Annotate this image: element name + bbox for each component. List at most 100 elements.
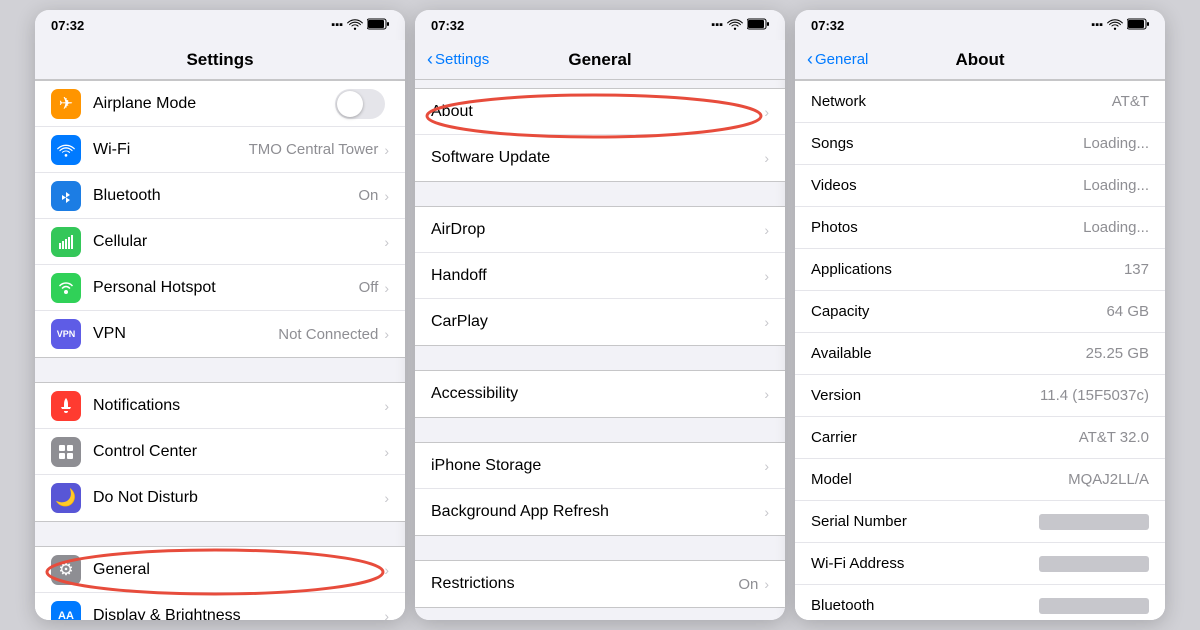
wifi-icon xyxy=(51,135,81,165)
about-label-wifi-addr: Wi-Fi Address xyxy=(811,555,1039,572)
about-row-photos: Photos Loading... xyxy=(795,207,1165,249)
cellular-icon xyxy=(51,227,81,257)
spacer-g3 xyxy=(415,418,785,442)
signal-icon-2: ▪▪▪ xyxy=(711,19,723,31)
about-label-videos: Videos xyxy=(811,177,1083,194)
time-2: 07:32 xyxy=(431,18,464,33)
row-label-general: General xyxy=(93,561,384,579)
about-label-available: Available xyxy=(811,345,1086,362)
row-label-control: Control Center xyxy=(93,443,384,461)
wifi-icon-2 xyxy=(727,18,743,33)
about-label-version: Version xyxy=(811,387,1040,404)
row-cellular[interactable]: Cellular › xyxy=(35,219,405,265)
back-label-3: General xyxy=(815,51,868,68)
chevron-handoff: › xyxy=(764,268,769,284)
status-icons-2: ▪▪▪ xyxy=(711,18,769,33)
display-icon: AA xyxy=(51,601,81,621)
chevron-general: › xyxy=(384,562,389,578)
chevron-cellular: › xyxy=(384,234,389,250)
status-icons-1: ▪▪▪ xyxy=(331,18,389,33)
about-row-version: Version 11.4 (15F5037c) xyxy=(795,375,1165,417)
row-value-vpn: Not Connected xyxy=(278,326,378,343)
time-1: 07:32 xyxy=(51,18,84,33)
general-icon: ⚙ xyxy=(51,555,81,585)
vpn-icon: VPN xyxy=(51,319,81,349)
back-chevron-3: ‹ xyxy=(807,49,813,70)
row-display[interactable]: AA Display & Brightness › xyxy=(35,593,405,620)
about-label-capacity: Capacity xyxy=(811,303,1106,320)
panel-settings: 07:32 ▪▪▪ Settings ✈ Airplane Mode xyxy=(35,10,405,620)
control-center-icon xyxy=(51,437,81,467)
chevron-dnd: › xyxy=(384,490,389,506)
row-label-display: Display & Brightness xyxy=(93,607,384,621)
row-general[interactable]: ⚙ General › xyxy=(35,547,405,593)
row-label-software: Software Update xyxy=(431,149,764,167)
notifications-icon xyxy=(51,391,81,421)
chevron-bluetooth: › xyxy=(384,188,389,204)
row-label-dnd: Do Not Disturb xyxy=(93,489,384,507)
about-value-bt-addr xyxy=(1039,598,1149,614)
row-hotspot[interactable]: Personal Hotspot Off › xyxy=(35,265,405,311)
row-value-bluetooth: On xyxy=(358,187,378,204)
row-notifications[interactable]: Notifications › xyxy=(35,383,405,429)
spacer-g1 xyxy=(415,182,785,206)
row-wifi[interactable]: Wi-Fi TMO Central Tower › xyxy=(35,127,405,173)
about-value-serial xyxy=(1039,514,1149,530)
about-label-network: Network xyxy=(811,93,1112,110)
panel-about: 07:32 ▪▪▪ ‹ General About Network AT&T xyxy=(795,10,1165,620)
about-value-version: 11.4 (15F5037c) xyxy=(1040,387,1149,404)
chevron-carplay: › xyxy=(764,314,769,330)
row-software-update[interactable]: Software Update › xyxy=(415,135,785,181)
row-label-vpn: VPN xyxy=(93,325,278,343)
general-list: About › Software Update › AirDrop › Hand… xyxy=(415,80,785,620)
spacer-g2 xyxy=(415,346,785,370)
row-accessibility[interactable]: Accessibility › xyxy=(415,371,785,417)
row-label-wifi: Wi-Fi xyxy=(93,141,249,159)
row-vpn[interactable]: VPN VPN Not Connected › xyxy=(35,311,405,357)
section-notifications: Notifications › Control Center › 🌙 Do No… xyxy=(35,382,405,522)
chevron-notifications: › xyxy=(384,398,389,414)
row-iphone-storage[interactable]: iPhone Storage › xyxy=(415,443,785,489)
row-carplay[interactable]: CarPlay › xyxy=(415,299,785,345)
chevron-vpn: › xyxy=(384,326,389,342)
nav-bar-3: ‹ General About xyxy=(795,40,1165,80)
section-restrictions: Restrictions On › xyxy=(415,560,785,608)
row-airplane[interactable]: ✈ Airplane Mode xyxy=(35,81,405,127)
panel-general: 07:32 ▪▪▪ ‹ Settings General Abou xyxy=(415,10,785,620)
back-label-2: Settings xyxy=(435,51,489,68)
about-row-serial: Serial Number xyxy=(795,501,1165,543)
row-label-cellular: Cellular xyxy=(93,233,384,251)
row-restrictions[interactable]: Restrictions On › xyxy=(415,561,785,607)
wifi-icon-1 xyxy=(347,18,363,33)
status-bar-1: 07:32 ▪▪▪ xyxy=(35,10,405,40)
about-value-photos: Loading... xyxy=(1083,219,1149,236)
row-bluetooth[interactable]: Bluetooth On › xyxy=(35,173,405,219)
airplane-toggle[interactable] xyxy=(335,89,385,119)
row-label-bluetooth: Bluetooth xyxy=(93,187,358,205)
about-row-applications: Applications 137 xyxy=(795,249,1165,291)
nav-back-2[interactable]: ‹ Settings xyxy=(427,49,489,70)
chevron-bgrefresh: › xyxy=(764,504,769,520)
about-label-songs: Songs xyxy=(811,135,1083,152)
chevron-hotspot: › xyxy=(384,280,389,296)
about-row-videos: Videos Loading... xyxy=(795,165,1165,207)
row-control-center[interactable]: Control Center › xyxy=(35,429,405,475)
section-storage: iPhone Storage › Background App Refresh … xyxy=(415,442,785,536)
about-value-available: 25.25 GB xyxy=(1086,345,1149,362)
row-background-refresh[interactable]: Background App Refresh › xyxy=(415,489,785,535)
wifi-icon-3 xyxy=(1107,18,1123,33)
row-label-restrictions: Restrictions xyxy=(431,575,738,593)
chevron-airdrop: › xyxy=(764,222,769,238)
nav-back-3[interactable]: ‹ General xyxy=(807,49,868,70)
row-about[interactable]: About › xyxy=(415,89,785,135)
row-label-airplane: Airplane Mode xyxy=(93,95,335,113)
nav-bar-2: ‹ Settings General xyxy=(415,40,785,80)
row-airdrop[interactable]: AirDrop › xyxy=(415,207,785,253)
row-dnd[interactable]: 🌙 Do Not Disturb › xyxy=(35,475,405,521)
row-label-carplay: CarPlay xyxy=(431,313,764,331)
row-handoff[interactable]: Handoff › xyxy=(415,253,785,299)
about-value-carrier: AT&T 32.0 xyxy=(1079,429,1149,446)
about-label-photos: Photos xyxy=(811,219,1083,236)
row-label-about: About xyxy=(431,103,764,121)
about-list: Network AT&T Songs Loading... Videos Loa… xyxy=(795,80,1165,620)
